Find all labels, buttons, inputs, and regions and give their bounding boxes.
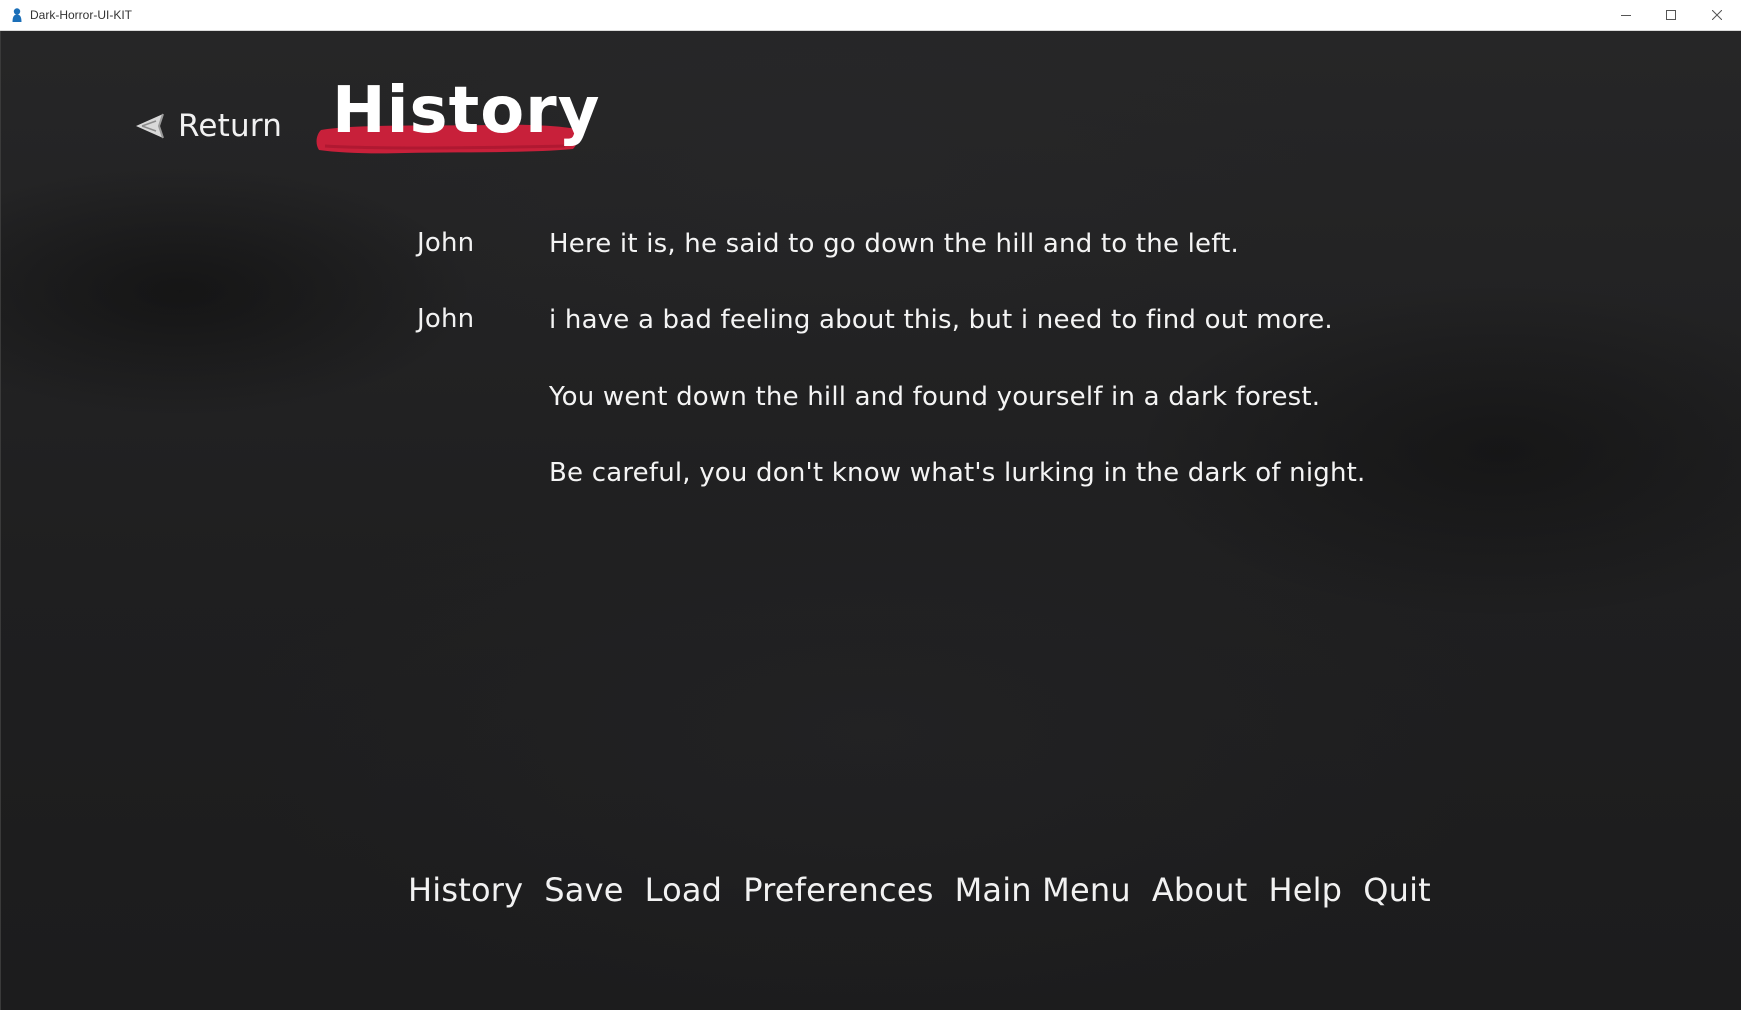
- minimize-icon: [1621, 15, 1631, 16]
- window-titlebar[interactable]: Dark-Horror-UI-KIT: [0, 0, 1741, 31]
- screen-title: History: [315, 70, 599, 160]
- page-title: History: [332, 74, 601, 148]
- dialogue-text: Be careful, you don't know what's lurkin…: [549, 458, 1366, 488]
- dialogue-text: i have a bad feeling about this, but i n…: [549, 305, 1333, 335]
- return-label: Return: [178, 108, 283, 144]
- nav-load[interactable]: Load: [645, 871, 723, 909]
- minimize-button[interactable]: [1603, 0, 1649, 30]
- nav-quit[interactable]: Quit: [1363, 871, 1431, 909]
- nav-about[interactable]: About: [1152, 871, 1248, 909]
- speaker-name: John: [417, 304, 475, 334]
- window-title: Dark-Horror-UI-KIT: [30, 8, 132, 22]
- nav-help[interactable]: Help: [1268, 871, 1342, 909]
- close-button[interactable]: [1694, 0, 1740, 30]
- return-button[interactable]: Return: [134, 104, 282, 148]
- nav-history[interactable]: History: [408, 871, 523, 909]
- dialogue-text: Here it is, he said to go down the hill …: [549, 229, 1239, 259]
- dialogue-text: You went down the hill and found yoursel…: [549, 382, 1321, 412]
- back-arrow-icon: [136, 113, 164, 139]
- nav-main-menu[interactable]: Main Menu: [955, 871, 1131, 909]
- close-icon: [1712, 10, 1722, 20]
- maximize-icon: [1666, 10, 1676, 20]
- nav-save[interactable]: Save: [544, 871, 623, 909]
- nav-preferences[interactable]: Preferences: [743, 871, 933, 909]
- main-navigation: History Save Load Preferences Main Menu …: [408, 868, 1431, 912]
- game-background: [0, 31, 1741, 1010]
- maximize-button[interactable]: [1648, 0, 1694, 30]
- app-window: Dark-Horror-UI-KIT Return History John H…: [0, 0, 1741, 1010]
- app-icon: [12, 8, 22, 22]
- speaker-name: John: [417, 228, 475, 258]
